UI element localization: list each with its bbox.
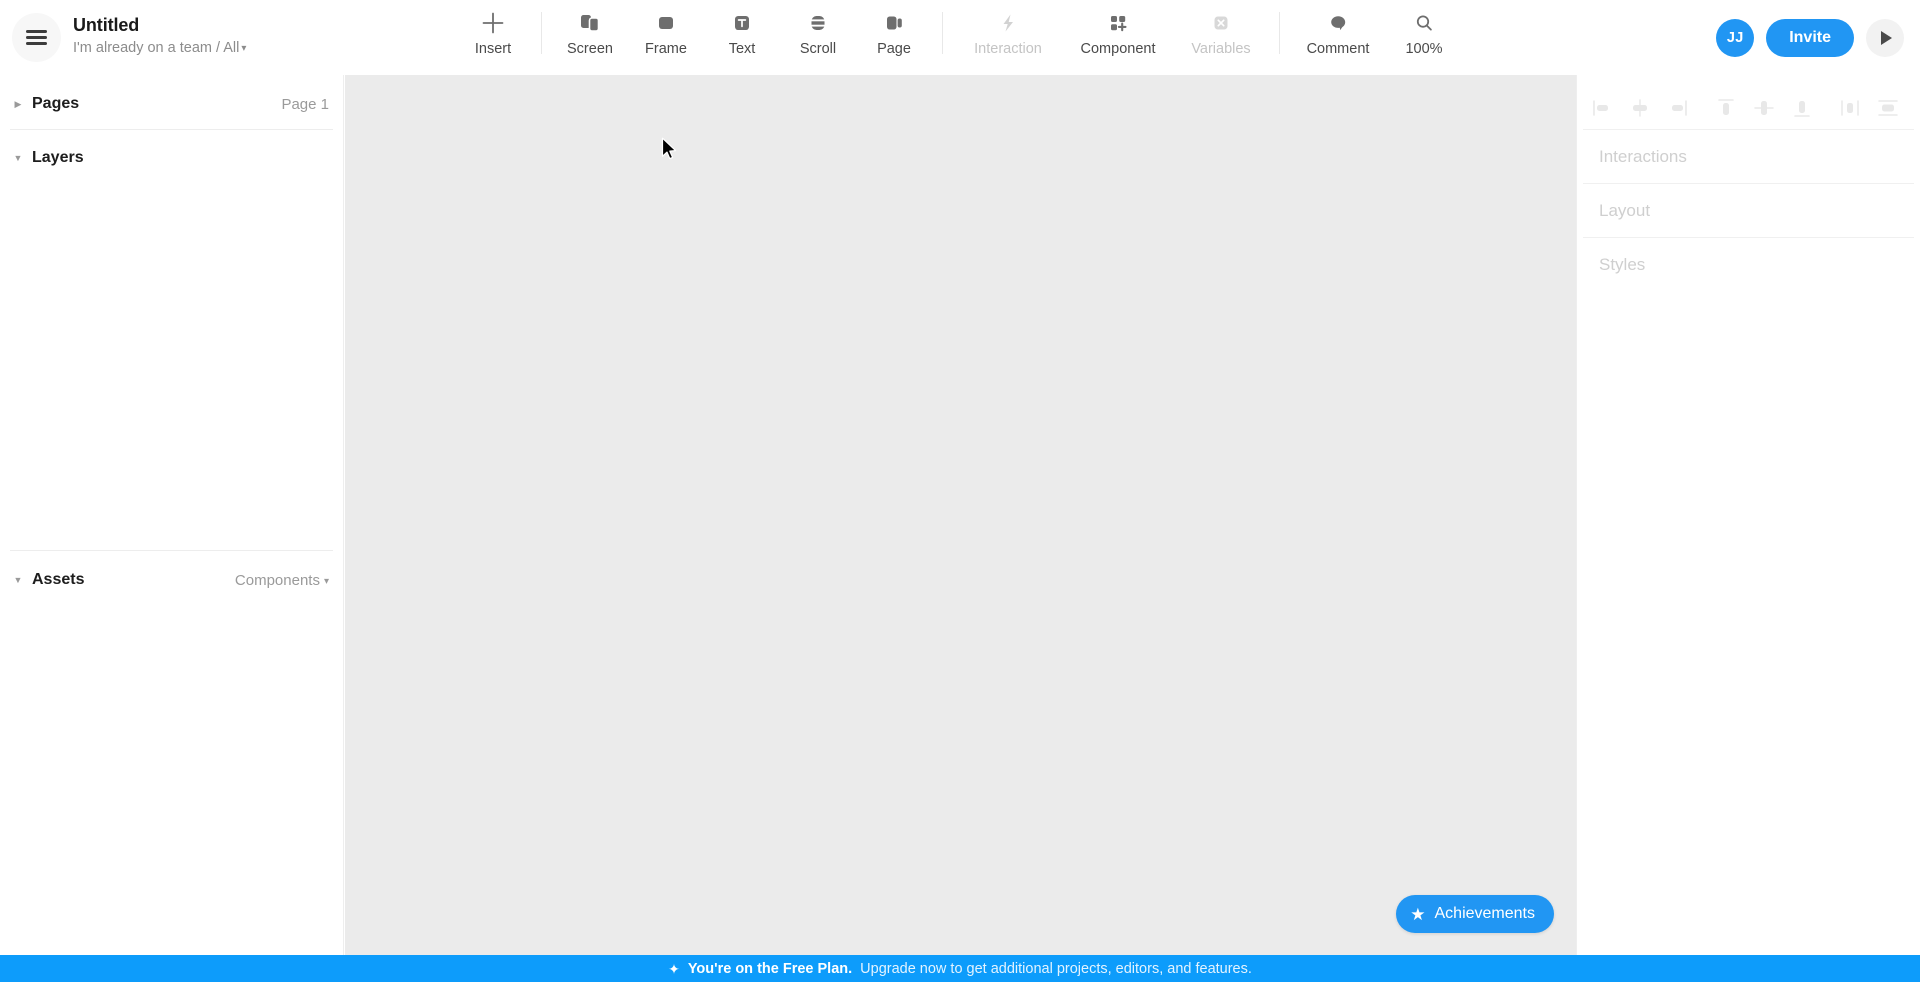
breadcrumb[interactable]: I'm already on a team / All ▾ bbox=[73, 38, 246, 60]
tool-interaction[interactable]: Interaction bbox=[953, 0, 1063, 58]
tool-frame[interactable]: Frame bbox=[628, 0, 704, 58]
align-top-icon[interactable] bbox=[1707, 92, 1745, 124]
figma-like-editor-window: Untitled I'm already on a team / All ▾ In… bbox=[0, 0, 1920, 982]
toolbar-divider bbox=[942, 12, 943, 54]
banner-rest-text: Upgrade now to get additional projects, … bbox=[860, 960, 1252, 977]
align-right-icon[interactable] bbox=[1659, 92, 1697, 124]
toolbar-divider bbox=[541, 12, 542, 54]
sidebar-section-layers[interactable]: Layers bbox=[0, 135, 343, 181]
section-interactions[interactable]: Interactions bbox=[1577, 130, 1920, 183]
frame-icon bbox=[654, 8, 678, 38]
tool-comment-label: Comment bbox=[1306, 41, 1370, 57]
design-canvas[interactable]: ★ Achievements bbox=[345, 75, 1576, 955]
chevron-down-icon[interactable] bbox=[10, 153, 26, 163]
tool-comment[interactable]: Comment bbox=[1290, 0, 1386, 58]
tool-frame-label: Frame bbox=[645, 41, 687, 57]
chevron-down-icon: ▾ bbox=[323, 575, 329, 587]
tool-page[interactable]: Page bbox=[856, 0, 932, 58]
arrow-cursor bbox=[661, 137, 679, 163]
assets-filter-label: Components bbox=[234, 571, 320, 589]
page-title: Untitled bbox=[73, 15, 140, 35]
tool-cluster: Insert Screen Frame Text Scroll Page Int… bbox=[455, 0, 1462, 75]
tool-insert[interactable]: Insert bbox=[455, 0, 531, 58]
assets-title: Assets bbox=[32, 571, 85, 588]
align-vertical-center-icon[interactable] bbox=[1745, 92, 1783, 124]
chevron-right-icon[interactable] bbox=[10, 99, 26, 110]
achievements-button[interactable]: ★ Achievements bbox=[1396, 895, 1554, 933]
invite-button[interactable]: Invite bbox=[1766, 18, 1854, 57]
banner-strong-text: You're on the Free Plan. bbox=[687, 960, 853, 977]
tool-interaction-label: Interaction bbox=[974, 41, 1042, 57]
pages-title: Pages bbox=[32, 95, 80, 112]
sidebar-divider bbox=[10, 550, 333, 551]
tool-screen[interactable]: Screen bbox=[552, 0, 628, 58]
tool-scroll-label: Scroll bbox=[799, 41, 837, 57]
scroll-icon bbox=[806, 8, 830, 38]
free-plan-banner[interactable]: ✦ You're on the Free Plan. Upgrade now t… bbox=[0, 955, 1920, 982]
tool-component[interactable]: Component bbox=[1063, 0, 1173, 58]
right-sidebar: Interactions Layout Styles bbox=[1576, 75, 1920, 955]
variables-icon bbox=[1209, 8, 1233, 38]
present-button[interactable] bbox=[1866, 18, 1904, 57]
chevron-down-icon[interactable] bbox=[10, 575, 26, 585]
sidebar-section-assets[interactable]: Assets Components▾ bbox=[0, 557, 343, 603]
document-meta: Untitled I'm already on a team / All ▾ bbox=[73, 14, 246, 60]
tool-insert-label: Insert bbox=[474, 41, 512, 57]
star-icon: ★ bbox=[1410, 904, 1426, 924]
assets-list[interactable] bbox=[0, 603, 343, 955]
distribute-horizontal-icon[interactable] bbox=[1831, 92, 1869, 124]
section-styles[interactable]: Styles bbox=[1577, 238, 1920, 291]
tool-scroll[interactable]: Scroll bbox=[780, 0, 856, 58]
achievements-label: Achievements bbox=[1434, 905, 1536, 922]
comment-icon bbox=[1326, 8, 1350, 38]
tool-screen-label: Screen bbox=[567, 41, 613, 57]
chevron-down-icon: ▾ bbox=[241, 43, 247, 54]
tool-variables[interactable]: Variables bbox=[1173, 0, 1269, 58]
plus-icon bbox=[480, 8, 506, 38]
main-menu-button[interactable] bbox=[12, 13, 61, 62]
search-zoom-icon bbox=[1412, 8, 1436, 38]
text-icon bbox=[730, 8, 754, 38]
tool-variables-label: Variables bbox=[1191, 41, 1251, 57]
top-toolbar: Untitled I'm already on a team / All ▾ In… bbox=[0, 0, 1920, 75]
component-icon bbox=[1106, 8, 1130, 38]
account-cluster: JJ Invite bbox=[1716, 0, 1904, 75]
page-icon bbox=[882, 8, 906, 38]
zoom-level-label: 100% bbox=[1405, 41, 1443, 57]
toolbar-divider bbox=[1279, 12, 1280, 54]
assets-filter-dropdown[interactable]: Components ▾ bbox=[235, 572, 329, 589]
align-left-icon[interactable] bbox=[1583, 92, 1621, 124]
tool-page-label: Page bbox=[877, 41, 911, 57]
tool-component-label: Component bbox=[1080, 41, 1156, 57]
sidebar-section-pages[interactable]: Pages Page 1 bbox=[0, 81, 343, 127]
align-bottom-icon[interactable] bbox=[1783, 92, 1821, 124]
lightning-icon bbox=[996, 8, 1020, 38]
play-icon bbox=[1881, 30, 1892, 45]
breadcrumb-label: I'm already on a team / All bbox=[73, 40, 240, 56]
current-page-label[interactable]: Page 1 bbox=[281, 96, 329, 113]
distribute-vertical-icon[interactable] bbox=[1869, 92, 1907, 124]
screen-icon bbox=[578, 8, 602, 38]
align-horizontal-center-icon[interactable] bbox=[1621, 92, 1659, 124]
tool-text[interactable]: Text bbox=[704, 0, 780, 58]
section-layout[interactable]: Layout bbox=[1577, 184, 1920, 237]
avatar[interactable]: JJ bbox=[1716, 18, 1755, 57]
tool-zoom[interactable]: 100% bbox=[1386, 0, 1462, 58]
alignment-toolbar bbox=[1577, 87, 1920, 129]
left-sidebar: Pages Page 1 Layers Assets Components▾ bbox=[0, 75, 344, 955]
hamburger-icon bbox=[26, 27, 47, 49]
sparkle-icon: ✦ bbox=[668, 960, 680, 977]
tool-text-label: Text bbox=[728, 41, 756, 57]
sidebar-divider bbox=[10, 129, 333, 130]
layers-title: Layers bbox=[32, 149, 84, 166]
